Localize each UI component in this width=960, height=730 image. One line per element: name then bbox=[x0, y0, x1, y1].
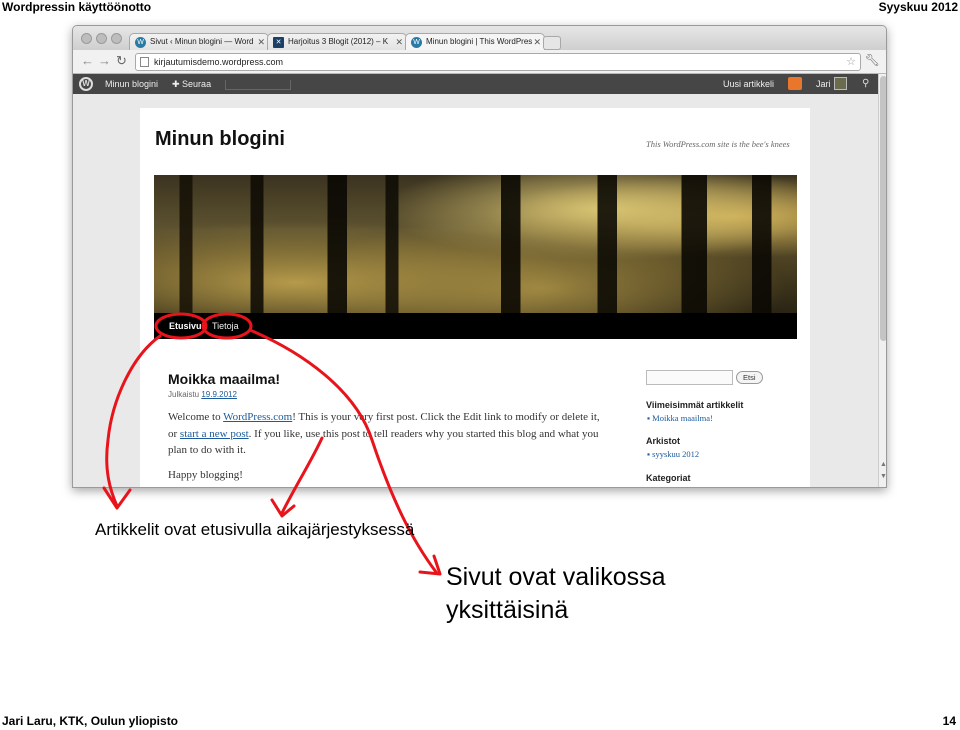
maximize-window-button[interactable] bbox=[111, 33, 122, 44]
search-icon[interactable]: ⚲ bbox=[862, 74, 869, 94]
minimize-window-button[interactable] bbox=[96, 33, 107, 44]
cross-icon: ✕ bbox=[273, 37, 284, 48]
post-title[interactable]: Moikka maailma! bbox=[168, 371, 280, 387]
wp-admin-bar: W Minun blogini ✚ Seuraa Uusi artikkeli … bbox=[73, 74, 878, 94]
published-label: Julkaistu bbox=[168, 390, 200, 399]
admin-follow-label: Seuraa bbox=[182, 79, 212, 89]
categories-heading: Kategoriat bbox=[646, 473, 691, 483]
address-url: kirjautumisdemo.wordpress.com bbox=[154, 57, 284, 67]
recent-post-link-label: Moikka maailma! bbox=[652, 413, 713, 423]
browser-titlebar: W Sivut ‹ Minun blogini — Word ✕ ✕ Harjo… bbox=[73, 26, 886, 51]
post-text: Welcome to bbox=[168, 411, 224, 423]
wordpress-link[interactable]: WordPress.com bbox=[223, 411, 292, 423]
recent-posts-heading: Viimeisimmät artikkelit bbox=[646, 400, 744, 410]
tab-label: Sivut ‹ Minun blogini — Word bbox=[150, 37, 254, 46]
address-bar[interactable]: kirjautumisdemo.wordpress.com ☆ bbox=[135, 53, 861, 71]
admin-user-link[interactable]: Jari bbox=[816, 74, 831, 94]
post-paragraph: Happy blogging! bbox=[168, 468, 243, 481]
sidebar-search-input[interactable] bbox=[646, 370, 733, 385]
sidebar-search-button[interactable]: Etsi bbox=[736, 371, 763, 384]
close-icon[interactable]: ✕ bbox=[533, 34, 541, 50]
browser-toolbar: ← → ↻ kirjautumisdemo.wordpress.com ☆ 🔧︎ bbox=[73, 50, 886, 74]
menu-item-etusivu[interactable]: Etusivu bbox=[169, 313, 202, 339]
admin-search-field[interactable] bbox=[225, 80, 291, 90]
archive-link-label: syyskuu 2012 bbox=[652, 449, 700, 459]
slide-date: Syyskuu 2012 bbox=[878, 0, 958, 14]
scroll-down-arrow-icon[interactable]: ▼ bbox=[880, 473, 886, 480]
forward-arrow-icon[interactable]: → bbox=[98, 54, 111, 68]
page-icon bbox=[140, 57, 149, 67]
archives-heading: Arkistot bbox=[646, 436, 681, 446]
scrollbar[interactable]: ▲ ▼ bbox=[878, 74, 886, 487]
caption-pages-line2: yksittäisinä bbox=[446, 596, 569, 624]
browser-tab-blog[interactable]: W Minun blogini | This WordPres ✕ bbox=[405, 33, 545, 51]
caption-posts: Artikkelit ovat etusivulla aikajärjestyk… bbox=[95, 520, 415, 539]
blog-page: Minun blogini This WordPress.com site is… bbox=[140, 108, 810, 487]
archive-link[interactable]: ▪ syyskuu 2012 bbox=[647, 449, 699, 459]
arrowhead-right bbox=[418, 554, 442, 576]
wrench-icon[interactable]: 🔧︎ bbox=[865, 53, 880, 67]
post-body: Welcome to WordPress.com! This is your v… bbox=[168, 409, 608, 487]
scrollbar-thumb[interactable] bbox=[880, 76, 886, 341]
wordpress-icon: W bbox=[135, 37, 146, 48]
close-icon[interactable]: ✕ bbox=[395, 34, 403, 50]
back-arrow-icon[interactable]: ← bbox=[81, 54, 94, 68]
post-meta: Julkaistu 19.9.2012 bbox=[168, 390, 237, 399]
arrowhead-mid bbox=[270, 498, 296, 518]
tab-label: Harjoitus 3 Blogit (2012) – K bbox=[288, 37, 389, 46]
close-icon[interactable]: ✕ bbox=[257, 34, 265, 50]
slide-title: Wordpressin käyttöönotto bbox=[2, 0, 152, 14]
browser-tab-assignment[interactable]: ✕ Harjoitus 3 Blogit (2012) – K ✕ bbox=[267, 33, 407, 51]
browser-tab-pages[interactable]: W Sivut ‹ Minun blogini — Word ✕ bbox=[129, 33, 269, 51]
start-new-post-link[interactable]: start a new post bbox=[180, 428, 249, 440]
page-number: 14 bbox=[942, 714, 956, 728]
browser-window: W Sivut ‹ Minun blogini — Word ✕ ✕ Harjo… bbox=[72, 25, 887, 488]
plus-icon: ✚ bbox=[172, 79, 183, 89]
recent-post-link[interactable]: ▪ Moikka maailma! bbox=[647, 413, 713, 423]
slide-footer: Jari Laru, KTK, Oulun yliopisto bbox=[2, 714, 179, 728]
caption-pages-line1: Sivut ovat valikossa bbox=[446, 563, 666, 591]
new-tab-button[interactable] bbox=[543, 36, 561, 50]
blog-menu: Etusivu Tietoja bbox=[154, 313, 797, 339]
close-window-button[interactable] bbox=[81, 33, 92, 44]
notification-icon[interactable] bbox=[788, 77, 802, 90]
admin-new-post-link[interactable]: Uusi artikkeli bbox=[723, 74, 774, 94]
avatar[interactable] bbox=[834, 77, 847, 90]
header-image bbox=[154, 175, 797, 313]
arrowhead-left bbox=[102, 486, 132, 510]
wordpress-icon: W bbox=[411, 37, 422, 48]
blog-tagline: This WordPress.com site is the bee's kne… bbox=[646, 139, 790, 149]
published-date-link[interactable]: 19.9.2012 bbox=[201, 390, 237, 399]
wordpress-icon[interactable]: W bbox=[79, 77, 93, 91]
admin-follow-link[interactable]: ✚ Seuraa bbox=[172, 74, 211, 94]
star-icon[interactable]: ☆ bbox=[846, 54, 856, 70]
reload-icon[interactable]: ↻ bbox=[116, 54, 127, 68]
admin-my-blog-link[interactable]: Minun blogini bbox=[105, 74, 158, 94]
blog-title[interactable]: Minun blogini bbox=[155, 128, 285, 151]
menu-item-tietoja[interactable]: Tietoja bbox=[212, 313, 239, 339]
post-paragraph: Welcome to WordPress.com! This is your v… bbox=[168, 409, 608, 459]
tab-label: Minun blogini | This WordPres bbox=[426, 37, 533, 46]
scroll-up-arrow-icon[interactable]: ▲ bbox=[880, 461, 886, 468]
caption-pages: Sivut ovat valikossa yksittäisinä bbox=[446, 561, 666, 627]
